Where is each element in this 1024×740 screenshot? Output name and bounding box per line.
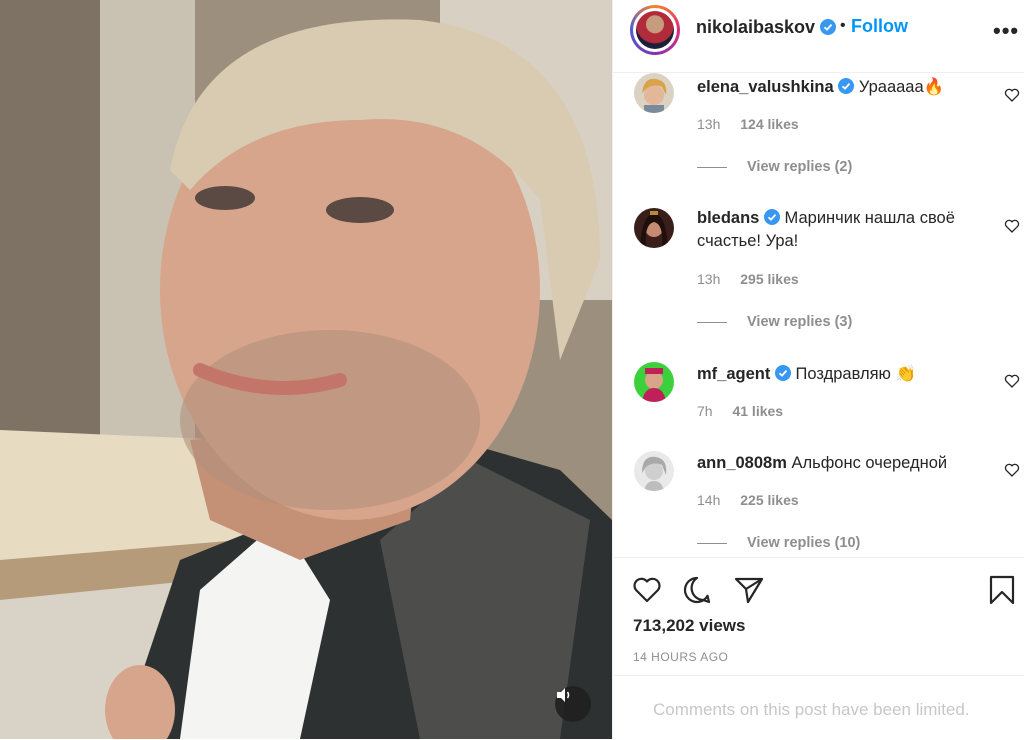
commenter-avatar[interactable]: [634, 362, 674, 402]
comment-username[interactable]: elena_valushkina: [697, 78, 834, 96]
comment-meta: 14h 225 likes: [697, 492, 799, 508]
bookmark-icon[interactable]: [986, 574, 1018, 606]
comments-limited-notice: Comments on this post have been limited.: [613, 675, 1024, 740]
comment-time: 13h: [697, 116, 721, 132]
follow-button[interactable]: Follow: [851, 16, 908, 37]
comment-meta: 13h 124 likes: [697, 116, 799, 132]
commenter-avatar[interactable]: [634, 451, 674, 491]
comment-meta: 7h 41 likes: [697, 403, 783, 419]
comment-meta: 13h 295 likes: [697, 271, 799, 287]
commenter-avatar[interactable]: [634, 208, 674, 248]
comment-text-line: bledans Маринчик нашла своё счастье! Ура…: [697, 207, 987, 253]
replies-divider: [697, 542, 727, 544]
comment-username[interactable]: mf_agent: [697, 365, 770, 383]
speaker-icon: [557, 688, 570, 702]
views-count[interactable]: 713,202 views: [633, 616, 745, 636]
post-side-panel: nikolaibaskov • Follow ••• elena_valushk…: [612, 0, 1024, 739]
video-frame: [0, 0, 612, 739]
view-replies-label[interactable]: View replies (3): [747, 314, 852, 330]
comment-body: Урааааа🔥: [858, 78, 945, 96]
author-avatar[interactable]: [630, 5, 680, 55]
sound-toggle-button[interactable]: [555, 686, 591, 722]
author-username-text[interactable]: nikolaibaskov: [696, 17, 815, 37]
author-username[interactable]: nikolaibaskov: [696, 17, 837, 38]
post-video[interactable]: [0, 0, 612, 739]
comment-time: 13h: [697, 271, 721, 287]
comment-like-heart-icon[interactable]: [1004, 373, 1020, 389]
comment-text-line: elena_valushkina Урааааа🔥: [697, 76, 987, 99]
header-separator: •: [840, 17, 846, 34]
comment-username[interactable]: bledans: [697, 209, 759, 227]
view-replies-label[interactable]: View replies (10): [747, 535, 860, 551]
heart-icon[interactable]: [631, 574, 663, 606]
view-replies-label[interactable]: View replies (2): [747, 159, 852, 175]
comment-body: Поздравляю 👏: [795, 365, 917, 383]
post-header: nikolaibaskov • Follow •••: [613, 0, 1024, 73]
more-options-icon[interactable]: •••: [993, 18, 1019, 44]
comment-time: 7h: [697, 403, 713, 419]
paper-plane-icon[interactable]: [733, 574, 765, 606]
comment-likes[interactable]: 41 likes: [732, 403, 783, 419]
comment-body: Альфонс очередной: [791, 454, 948, 472]
comment-likes[interactable]: 225 likes: [740, 492, 798, 508]
comment-likes[interactable]: 295 likes: [740, 271, 798, 287]
comment-text-line: ann_0808m Альфонс очередной: [697, 452, 987, 475]
verified-badge-icon: [763, 209, 780, 225]
comment-like-heart-icon[interactable]: [1004, 462, 1020, 478]
verified-badge-icon: [838, 78, 855, 94]
comment-bubble-icon[interactable]: [681, 574, 713, 606]
comment-likes[interactable]: 124 likes: [740, 116, 798, 132]
view-replies-button[interactable]: View replies (3): [697, 314, 852, 330]
comment-like-heart-icon[interactable]: [1004, 218, 1020, 234]
commenter-avatar[interactable]: [634, 73, 674, 113]
view-replies-button[interactable]: View replies (2): [697, 159, 852, 175]
verified-badge-icon: [774, 365, 791, 381]
comment-like-heart-icon[interactable]: [1004, 87, 1020, 103]
comment-text-line: mf_agent Поздравляю 👏: [697, 363, 987, 386]
post-actions-bar: 713,202 views 14 HOURS AGO: [613, 557, 1024, 676]
comment-username[interactable]: ann_0808m: [697, 454, 787, 472]
replies-divider: [697, 166, 727, 168]
comment-time: 14h: [697, 492, 721, 508]
comments-list[interactable]: elena_valushkina Урааааа🔥 13h 124 likes …: [613, 73, 1024, 557]
view-replies-button[interactable]: View replies (10): [697, 535, 860, 551]
replies-divider: [697, 321, 727, 323]
post-timestamp[interactable]: 14 HOURS AGO: [633, 650, 728, 664]
verified-badge-icon: [820, 19, 837, 35]
comments-limited-text: Comments on this post have been limited.: [653, 700, 970, 719]
